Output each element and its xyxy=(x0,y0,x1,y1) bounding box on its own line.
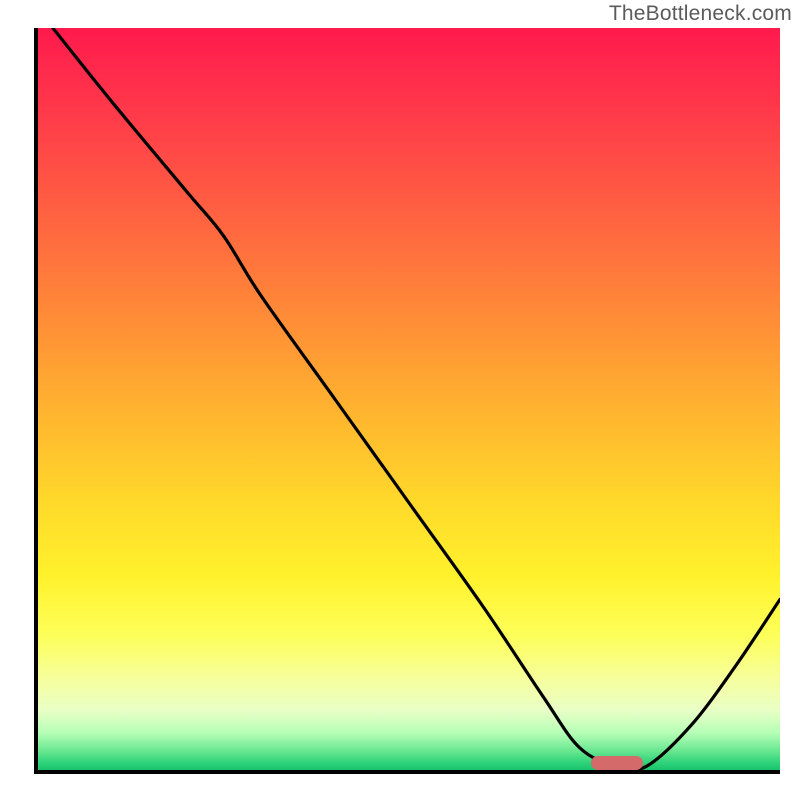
plot-area xyxy=(34,28,780,774)
optimum-marker xyxy=(591,756,643,770)
bottleneck-chart: TheBottleneck.com xyxy=(0,0,800,800)
watermark-text: TheBottleneck.com xyxy=(609,2,792,26)
bottleneck-curve xyxy=(38,28,780,770)
